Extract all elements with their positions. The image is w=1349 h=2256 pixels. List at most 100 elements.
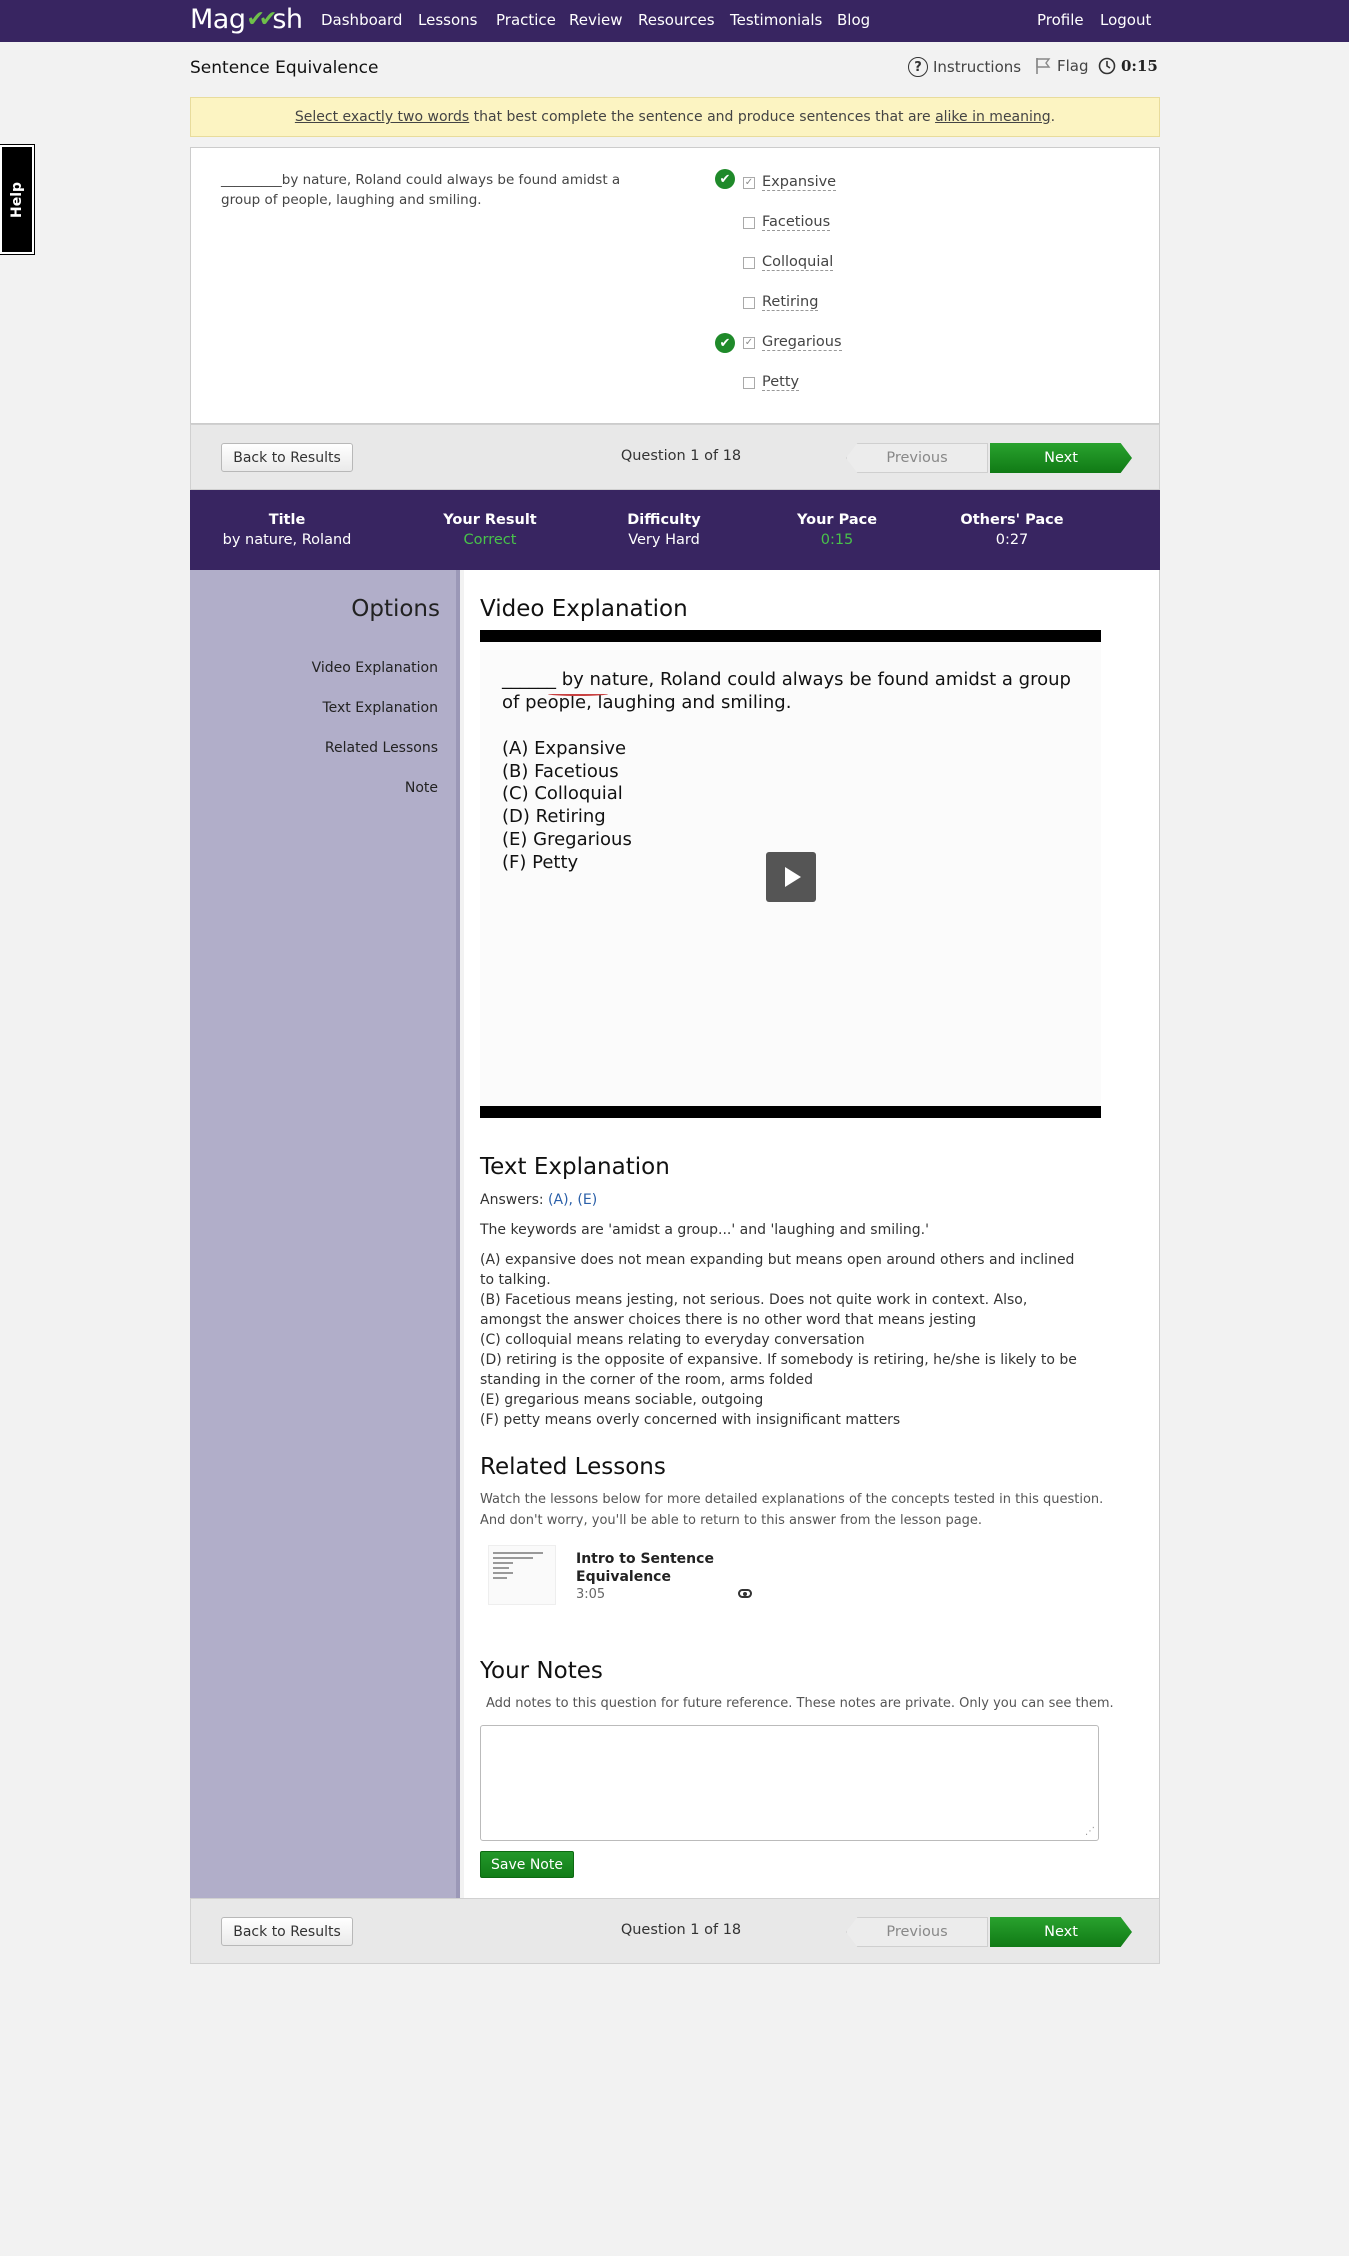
logo-checkmark-icon: ✔✔ xyxy=(246,7,277,32)
back-to-results-button[interactable]: Back to Results xyxy=(221,1917,353,1946)
sidebar-item-video-explanation[interactable]: Video Explanation xyxy=(312,660,438,676)
nav-link-logout[interactable]: Logout xyxy=(1100,11,1151,29)
related-desc-line: And don't worry, you'll be able to retur… xyxy=(480,1513,983,1528)
notes-desc: Add notes to this question for future re… xyxy=(486,1696,1114,1711)
stat-value: Correct xyxy=(463,532,517,548)
play-button[interactable] xyxy=(766,852,816,902)
clock-icon xyxy=(1098,57,1116,75)
sidebar-item-text-explanation[interactable]: Text Explanation xyxy=(322,700,438,716)
help-label: Help xyxy=(9,181,25,218)
checkbox-icon[interactable] xyxy=(743,256,755,269)
explanation-line: (F) petty means overly concerned with in… xyxy=(480,1412,901,1428)
video-sentence: ______ by nature, Roland could always be… xyxy=(502,669,1071,713)
checkbox-icon[interactable] xyxy=(743,216,755,229)
choice-label: Petty xyxy=(762,374,800,391)
choice-petty[interactable]: Petty xyxy=(743,374,800,391)
stat-label: Others' Pace xyxy=(960,512,1064,528)
related-lessons-title: Related Lessons xyxy=(480,1454,666,1480)
lesson-title-link[interactable]: Intro to Sentence Equivalence xyxy=(576,1550,736,1586)
resize-handle-icon[interactable]: ⋰ xyxy=(1085,1826,1095,1837)
instructions-button[interactable]: ? Instructions xyxy=(908,57,1021,77)
instruction-end: . xyxy=(1050,109,1056,125)
stat-pace: Your Pace 0:15 xyxy=(747,510,927,550)
choice-label: Retiring xyxy=(762,294,819,311)
lesson-duration: 3:05 xyxy=(576,1587,606,1602)
options-sidebar: Options Video Explanation Text Explanati… xyxy=(190,570,460,1898)
question-navigation-bottom: Back to Results Question 1 of 18 Previou… xyxy=(190,1898,1160,1964)
play-icon xyxy=(785,867,801,887)
your-notes-title: Your Notes xyxy=(480,1658,603,1684)
previous-button[interactable]: Previous xyxy=(846,1917,988,1947)
help-tab[interactable]: Help xyxy=(0,144,35,255)
checkbox-icon[interactable] xyxy=(743,296,755,309)
question-navigation-top: Back to Results Question 1 of 18 Previou… xyxy=(190,424,1160,490)
question-circle-icon: ? xyxy=(908,57,928,77)
checkbox-checked-icon[interactable]: ✓ xyxy=(743,336,755,349)
instruction-emphasis-2: alike in meaning xyxy=(935,109,1051,125)
next-button[interactable]: Next xyxy=(990,443,1132,473)
video-player[interactable]: ______ by nature, Roland could always be… xyxy=(480,630,1101,1118)
text-explanation-title: Text Explanation xyxy=(480,1154,670,1180)
answers-label: Answers: xyxy=(480,1192,549,1208)
answers-line: Answers: (A), (E) xyxy=(480,1190,1092,1210)
choice-colloquial[interactable]: Colloquial xyxy=(743,254,834,271)
explanation-line: (E) gregarious means sociable, outgoing xyxy=(480,1392,764,1408)
next-button[interactable]: Next xyxy=(990,1917,1132,1947)
choice-expansive[interactable]: ✓ Expansive xyxy=(743,174,837,191)
nav-link-practice[interactable]: Practice xyxy=(496,11,556,29)
save-note-button[interactable]: Save Note xyxy=(480,1851,574,1878)
choice-retiring[interactable]: Retiring xyxy=(743,294,819,311)
top-navigation: Mag ✔✔ sh Dashboard Lessons Practice Revie… xyxy=(0,0,1349,42)
video-option: (F) Petty xyxy=(502,851,579,873)
explanation-line: (C) colloquial means relating to everyda… xyxy=(480,1332,865,1348)
nav-link-testimonials[interactable]: Testimonials xyxy=(730,11,822,29)
correct-check-icon: ✔ xyxy=(715,169,735,189)
eye-icon[interactable] xyxy=(738,1589,752,1598)
result-stats: Title by nature, Roland Your Result Correc… xyxy=(190,490,1160,570)
instructions-label: Instructions xyxy=(933,58,1022,76)
nav-link-resources[interactable]: Resources xyxy=(638,11,715,29)
related-lessons-desc: Watch the lessons below for more detaile… xyxy=(480,1489,1120,1531)
answers-value: (A), (E) xyxy=(548,1192,598,1208)
choice-label: Facetious xyxy=(762,214,831,231)
previous-button[interactable]: Previous xyxy=(846,443,988,473)
nav-link-blog[interactable]: Blog xyxy=(837,11,870,29)
video-option: (B) Facetious xyxy=(502,760,619,782)
stat-value: by nature, Roland xyxy=(222,532,352,548)
video-option: (C) Colloquial xyxy=(502,783,623,805)
sidebar-item-note[interactable]: Note xyxy=(405,780,438,796)
stat-label: Title xyxy=(268,512,306,528)
stat-title: Title by nature, Roland xyxy=(197,510,377,550)
options-title: Options xyxy=(351,596,440,622)
lesson-thumbnail[interactable] xyxy=(488,1545,556,1605)
nav-link-review[interactable]: Review xyxy=(569,11,623,29)
question-panel: _________by nature, Roland could always … xyxy=(190,147,1160,424)
instruction-text: that best complete the sentence and prod… xyxy=(469,109,936,125)
sidebar-item-related-lessons[interactable]: Related Lessons xyxy=(325,740,438,756)
explanation-lines: (A) expansive does not mean expanding bu… xyxy=(480,1250,1092,1430)
choice-facetious[interactable]: Facetious xyxy=(743,214,831,231)
question-counter: Question 1 of 18 xyxy=(620,448,742,464)
logo-text-left: Mag xyxy=(190,4,246,35)
stat-label: Your Pace xyxy=(796,512,878,528)
nav-link-dashboard[interactable]: Dashboard xyxy=(321,11,402,29)
checkbox-checked-icon[interactable]: ✓ xyxy=(743,176,755,189)
keywords-text: The keywords are 'amidst a group...' and… xyxy=(480,1222,929,1238)
stat-value: 0:27 xyxy=(995,532,1029,548)
notes-textarea[interactable]: ⋰ xyxy=(480,1725,1099,1841)
nav-link-profile[interactable]: Profile xyxy=(1037,11,1084,29)
correct-check-icon: ✔ xyxy=(715,333,735,353)
back-to-results-button[interactable]: Back to Results xyxy=(221,443,353,472)
logo-text-right: sh xyxy=(272,4,303,35)
question-text: _________by nature, Roland could always … xyxy=(221,172,621,208)
timer: 0:15 xyxy=(1098,57,1158,75)
flag-button[interactable]: Flag xyxy=(1034,57,1089,75)
choice-gregarious[interactable]: ✓ Gregarious xyxy=(743,334,842,351)
choice-label: Colloquial xyxy=(762,254,834,271)
stat-others-pace: Others' Pace 0:27 xyxy=(922,510,1102,550)
nav-link-lessons[interactable]: Lessons xyxy=(418,11,477,29)
stat-difficulty: Difficulty Very Hard xyxy=(574,510,754,550)
magoosh-logo[interactable]: Mag ✔✔ sh xyxy=(190,4,303,35)
flag-label: Flag xyxy=(1057,57,1089,75)
checkbox-icon[interactable] xyxy=(743,376,755,389)
